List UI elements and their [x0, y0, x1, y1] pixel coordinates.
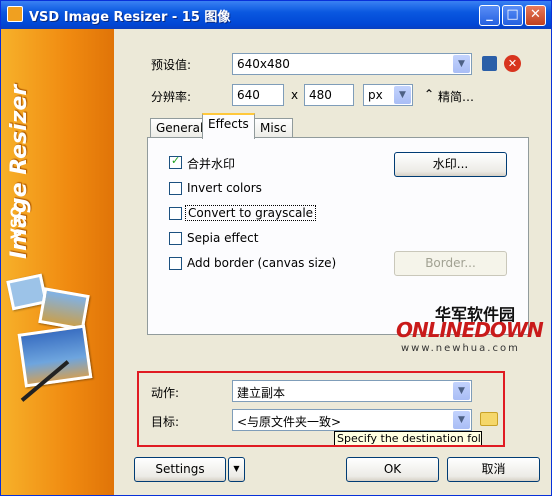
- expand-toggle-icon[interactable]: ⌃: [424, 87, 434, 101]
- unit-select[interactable]: px ▼: [363, 84, 413, 106]
- settings-button[interactable]: Settings: [134, 457, 226, 482]
- save-preset-icon[interactable]: [482, 56, 497, 71]
- preset-value: 640x480: [237, 57, 290, 71]
- chevron-down-icon[interactable]: ▼: [394, 86, 411, 104]
- minimize-button[interactable]: _: [479, 5, 500, 26]
- dimension-separator: x: [291, 88, 299, 102]
- brand-logo: VSO: [9, 206, 25, 239]
- chevron-down-icon[interactable]: ▼: [453, 55, 470, 73]
- title-bar[interactable]: VSD Image Resizer - 15 图像 _ □ ✕: [1, 1, 551, 29]
- add-border-checkbox[interactable]: [169, 257, 182, 270]
- invert-colors-label: Invert colors: [187, 181, 262, 195]
- unit-value: px: [368, 88, 383, 102]
- cancel-button[interactable]: 取消: [447, 457, 540, 482]
- tab-effects[interactable]: Effects: [202, 113, 255, 139]
- sepia-label: Sepia effect: [187, 231, 259, 245]
- grayscale-checkbox[interactable]: [169, 207, 182, 220]
- window-title: VSD Image Resizer - 15 图像: [29, 10, 231, 25]
- border-button[interactable]: Border...: [394, 251, 507, 276]
- watermark-button[interactable]: 水印...: [394, 152, 507, 177]
- width-value: 640: [237, 88, 260, 102]
- app-icon: [7, 6, 23, 22]
- simplify-toggle[interactable]: 精简…: [438, 88, 474, 105]
- photo-stack-icon: [17, 324, 93, 388]
- tab-general[interactable]: General: [150, 118, 210, 138]
- app-window: VSD Image Resizer - 15 图像 _ □ ✕ Image Re…: [0, 0, 552, 496]
- preset-select[interactable]: 640x480 ▼: [232, 53, 472, 75]
- add-border-label: Add border (canvas size): [187, 256, 337, 270]
- annotation-highlight-box: [137, 371, 505, 447]
- resolution-label: 分辨率:: [151, 90, 192, 104]
- site-watermark-url: www.newhua.com: [401, 343, 520, 354]
- merge-watermark-checkbox[interactable]: [169, 154, 182, 169]
- grayscale-label: Convert to grayscale: [185, 205, 317, 221]
- sidebar-banner: Image Resizer VSO: [1, 29, 114, 495]
- sepia-checkbox[interactable]: [169, 232, 182, 245]
- height-input[interactable]: 480: [304, 84, 354, 106]
- preset-label: 预设值:: [151, 58, 192, 72]
- height-value: 480: [309, 88, 332, 102]
- settings-menu-arrow-icon[interactable]: ▼: [228, 457, 245, 482]
- ok-button[interactable]: OK: [346, 457, 439, 482]
- invert-colors-checkbox[interactable]: [169, 182, 182, 195]
- maximize-button[interactable]: □: [502, 5, 523, 26]
- width-input[interactable]: 640: [232, 84, 284, 106]
- tab-misc[interactable]: Misc: [254, 118, 293, 138]
- merge-watermark-label: 合并水印: [187, 157, 236, 171]
- delete-preset-icon[interactable]: ✕: [504, 55, 521, 72]
- close-button[interactable]: ✕: [525, 5, 546, 26]
- site-watermark-logo: ONLINEDOWN: [396, 318, 544, 342]
